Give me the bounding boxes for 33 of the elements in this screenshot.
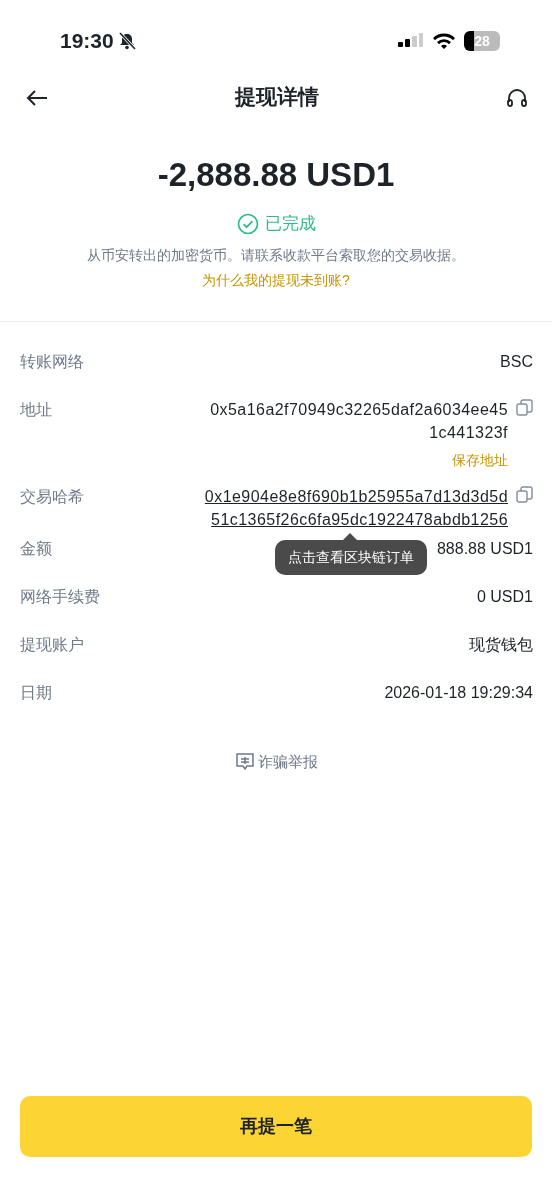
amount: -2,888.88 USD1 [156, 157, 396, 194]
page-title: 提现详情 [235, 84, 319, 111]
note-text: 从币安转出的加密货币。请联系收款平台索取您的交易收据。 [86, 245, 466, 265]
detail-value: 0 USD1 [476, 586, 533, 607]
detail-value: 现货钱包 [469, 634, 533, 655]
detail-label: 地址 [20, 399, 52, 420]
save-address-link[interactable]: 保存地址 [452, 449, 508, 471]
battery-icon: 28 [464, 31, 500, 51]
withdraw-again-button[interactable]: 再提一笔 [20, 1096, 532, 1157]
clock: 19:30 [60, 28, 114, 55]
fraud-report-link[interactable]: 诈骗举报 [257, 750, 318, 774]
tooltip: 点击查看区块链订单 [275, 539, 427, 575]
detail-label: 转账网络 [20, 351, 84, 372]
signal-icon [398, 32, 424, 50]
detail-label: 网络手续费 [20, 586, 100, 607]
detail-label: 交易哈希 [20, 486, 84, 507]
copy-icon[interactable] [516, 398, 533, 416]
address-value: 0x5a16a2f70949c32265daf2a6034ee451c441323f [209, 399, 508, 443]
detail-value: 2026-01-18 19:29:34 [384, 682, 533, 703]
transaction-hash-link[interactable]: 0x1e904e8e8f690b1b25955a7d13d3d5d51c1365f26c6fa95dc1922478abdb1256 [204, 484, 508, 531]
detail-value: 888.88 USD1 [436, 538, 533, 559]
status-text: 已完成 [264, 213, 316, 236]
report-chat-icon[interactable] [234, 752, 255, 773]
detail-label: 提现账户 [20, 634, 84, 655]
help-link[interactable]: 为什么我的提现未到账? [202, 269, 350, 291]
copy-icon[interactable] [516, 485, 533, 503]
tooltip-pointer [343, 532, 357, 540]
muted-bell-icon [117, 32, 136, 50]
wifi-icon [432, 32, 456, 50]
detail-value: BSC [500, 351, 533, 372]
detail-label: 日期 [20, 682, 52, 703]
check-circle-icon [236, 213, 259, 236]
detail-label: 金额 [20, 538, 52, 559]
